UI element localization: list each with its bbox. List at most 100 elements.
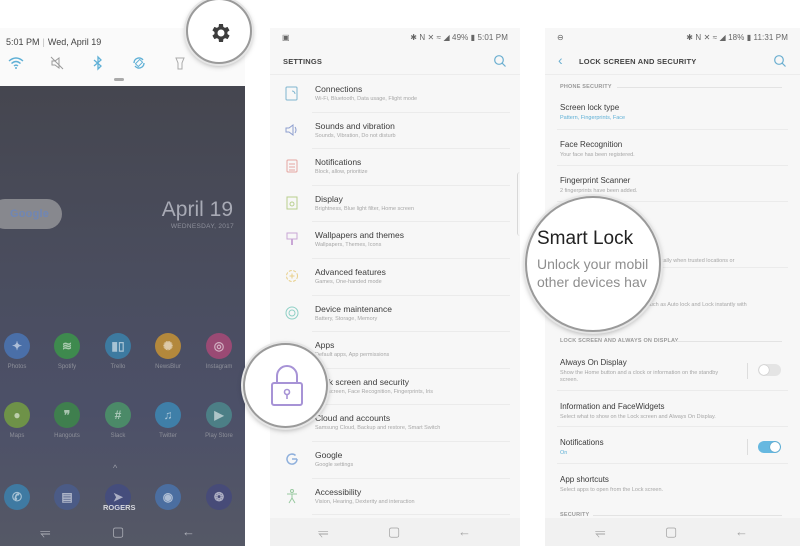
toggle-knob <box>770 442 780 452</box>
back-button[interactable]: ← <box>182 524 195 539</box>
settings-item-title: Accessibility <box>315 486 362 497</box>
settings-item-accessibility[interactable]: Accessibility Vision, Hearing, Dexterity … <box>270 479 520 516</box>
newsblur-icon: ✺ <box>155 333 181 359</box>
settings-item-notifications[interactable]: Notifications Block, allow, prioritize <box>270 149 520 186</box>
google-search-bar[interactable]: Google <box>0 199 62 229</box>
quick-panel-handle[interactable] <box>114 78 124 81</box>
settings-item-advanced-features[interactable]: Advanced features Games, One-handed mode <box>270 259 520 296</box>
search-icon[interactable] <box>493 54 507 68</box>
photos-icon: ✦ <box>4 333 30 359</box>
notifications-toggle[interactable] <box>758 441 781 453</box>
brush-icon <box>286 232 298 246</box>
app-drawer-chevron-icon[interactable]: ^ <box>113 463 117 473</box>
setting-title: Screen lock type <box>560 103 620 112</box>
app-icon-play-store[interactable]: ▶ Play Store <box>194 402 244 439</box>
settings-item-sounds-and-vibration[interactable]: Sounds and vibration Sounds, Vibration, D… <box>270 113 520 150</box>
back-button[interactable]: ← <box>458 524 471 539</box>
dock-app[interactable]: ✆ <box>0 484 42 510</box>
recents-button[interactable]: ⥫ <box>318 524 328 540</box>
settings-item-subtitle: Lock screen, Face Recognition, Fingerpri… <box>315 388 433 395</box>
setting-subtitle: Select apps to open from the Lock screen… <box>560 487 664 493</box>
recents-button[interactable]: ⥫ <box>595 524 605 540</box>
flashlight-icon[interactable] <box>171 54 189 72</box>
settings-item-connections[interactable]: Connections Wi-Fi, Bluetooth, Data usage,… <box>270 76 520 113</box>
app-label: Hangouts <box>54 433 80 439</box>
back-button[interactable]: ← <box>735 524 748 539</box>
lock-screen-header: ‹ LOCK SCREEN AND SECURITY <box>545 48 800 75</box>
home-button[interactable]: ▢ <box>388 524 400 540</box>
search-icon[interactable] <box>773 54 787 68</box>
settings-gear-magnifier[interactable] <box>186 0 252 64</box>
setting-title: Fingerprint Scanner <box>560 176 631 185</box>
device-maintenance-icon <box>285 306 299 320</box>
page-title: LOCK SCREEN AND SECURITY <box>579 57 697 66</box>
app-icon-hangouts[interactable]: ❞ Hangouts <box>42 402 92 439</box>
chrome-icon: ◉ <box>155 484 181 510</box>
divider <box>557 390 788 391</box>
dock-app[interactable]: ▤ <box>42 484 92 510</box>
instagram-icon: ◎ <box>206 333 232 359</box>
navigation-bar: ⥫ ▢ ← <box>270 518 520 546</box>
setting-subtitle: Show the Home button and a clock or info… <box>560 370 719 383</box>
quick-panel-time: 5:01 PM <box>6 37 40 47</box>
setting-fingerprint-scanner[interactable]: Fingerprint Scanner 2 fingerprints have … <box>560 176 788 195</box>
app-icon-trello[interactable]: ▮▯ Trello <box>93 333 143 370</box>
dock-app[interactable]: ◉ <box>143 484 193 510</box>
setting-information-facewidgets[interactable]: Information and FaceWidgets Select what … <box>560 402 788 421</box>
home-screen-panel: 5:01 PM | Wed, April 19 Google April 19 WE… <box>0 0 245 552</box>
smart-lock-magnifier[interactable]: Smart Lock Unlock your mobil other devic… <box>525 196 661 332</box>
lock-icon-magnifier[interactable] <box>243 343 328 428</box>
slack-icon: # <box>105 402 131 428</box>
setting-always-on-display[interactable]: Always On Display Show the Home button a… <box>560 358 788 384</box>
edge-panel-handle[interactable] <box>517 172 520 236</box>
app-icon-photos[interactable]: ✦ Photos <box>0 333 42 370</box>
app-icon-instagram[interactable]: ◎ Instagram <box>194 333 244 370</box>
home-button[interactable]: ▢ <box>112 524 124 540</box>
bluetooth-icon[interactable] <box>89 54 107 72</box>
setting-title: Information and FaceWidgets <box>560 402 665 411</box>
google-logo: Google <box>10 208 50 220</box>
setting-face-recognition[interactable]: Face Recognition Your face has been regi… <box>560 140 788 159</box>
clock-date: April 19 <box>161 198 233 221</box>
home-button[interactable]: ▢ <box>665 524 677 540</box>
hangouts-icon: ❞ <box>54 402 80 428</box>
settings-item-subtitle: Wi-Fi, Bluetooth, Data usage, Flight mod… <box>315 96 418 102</box>
app-icon-newsblur[interactable]: ✺ NewsBlur <box>143 333 193 370</box>
setting-screen-lock-type[interactable]: Screen lock type Pattern, Fingerprints, … <box>560 103 788 122</box>
settings-item-google[interactable]: Google Google settings <box>270 442 520 479</box>
settings-item-display[interactable]: Display Brightness, Blue light filter, Ho… <box>270 186 520 223</box>
recents-button[interactable]: ⥫ <box>40 524 50 540</box>
settings-item-subtitle: Vision, Hearing, Dexterity and interacti… <box>315 498 415 505</box>
settings-item-subtitle: Battery, Storage, Memory <box>315 315 378 322</box>
toggle-knob <box>759 365 769 375</box>
navigation-bar: ⥫ ▢ ← <box>545 518 800 546</box>
settings-item-wallpapers-and-themes[interactable]: Wallpapers and themes Wallpapers, Themes,… <box>270 222 520 259</box>
app-label: Slack <box>110 433 126 439</box>
divider <box>312 514 510 516</box>
dock-app[interactable]: ❂ <box>194 484 244 510</box>
setting-app-shortcuts[interactable]: App shortcuts Select apps to open from t… <box>560 475 788 494</box>
app-label: Twitter <box>159 433 177 439</box>
app-icon-slack[interactable]: # Slack <box>93 402 143 439</box>
settings-item-subtitle: Games, One-handed mode <box>315 278 382 285</box>
status-bar: ⊖ ✱ N ✕ ≈ ◢ 18% ▮ 11:31 PM <box>545 28 800 48</box>
wifi-icon[interactable] <box>7 54 25 72</box>
settings-item-title: Cloud and accounts <box>315 413 391 424</box>
always-on-display-toggle[interactable] <box>758 364 781 376</box>
settings-item-subtitle: Samsung Cloud, Backup and restore, Smart… <box>315 425 441 432</box>
setting-title: Notifications <box>560 438 604 447</box>
app-icon-maps[interactable]: ● Maps <box>0 402 42 439</box>
divider <box>747 363 748 379</box>
section-divider <box>593 515 782 516</box>
sound-off-icon[interactable] <box>48 54 66 72</box>
connections-icon <box>285 86 298 101</box>
divider <box>557 165 788 166</box>
app-icon-twitter[interactable]: ♫ Twitter <box>143 402 193 439</box>
spotify-icon: ≋ <box>54 333 80 359</box>
settings-item-device-maintenance[interactable]: Device maintenance Battery, Storage, Memo… <box>270 296 520 333</box>
navigation-bar: ⥫ ▢ ← <box>0 518 245 546</box>
back-arrow-icon[interactable]: ‹ <box>558 52 563 68</box>
setting-notifications[interactable]: Notifications On <box>560 438 788 457</box>
app-icon-spotify[interactable]: ≋ Spotify <box>42 333 92 370</box>
auto-rotate-icon[interactable] <box>130 54 148 72</box>
